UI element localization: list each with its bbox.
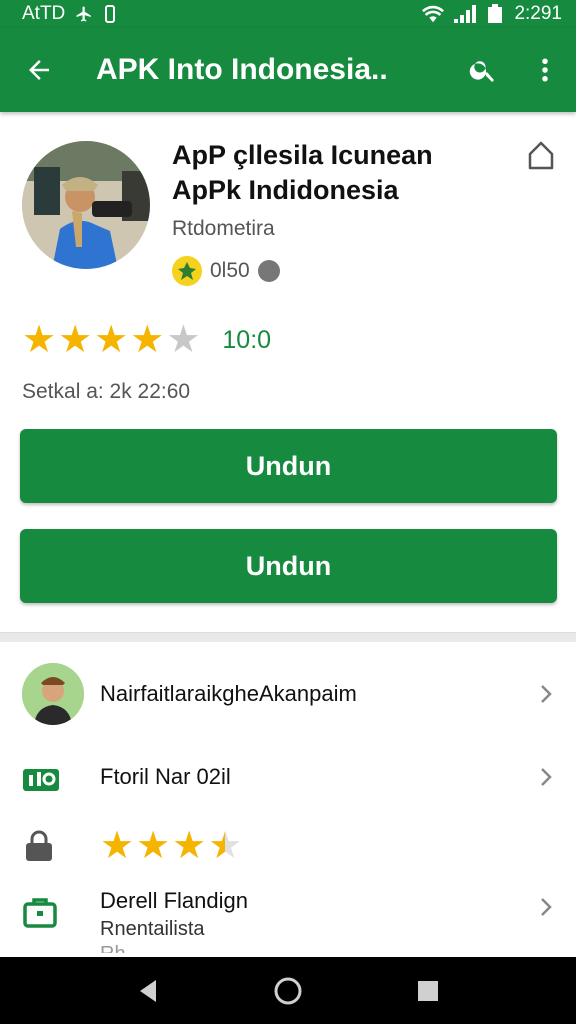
list-item-label: Ftoril Nar 02il (100, 764, 231, 789)
chevron-right-icon (541, 685, 552, 703)
lock-icon (26, 830, 52, 861)
chart-icon (23, 769, 59, 791)
search-icon (469, 61, 494, 82)
badge-row: 0l50 (172, 256, 280, 286)
list-rating-stars: ★ ★ ★ ★ (100, 826, 242, 866)
battery-icon (488, 4, 503, 23)
search-button[interactable] (452, 28, 514, 112)
globe-icon (257, 260, 280, 282)
status-bar: AtTD 2:291 (0, 0, 576, 28)
star-empty-icon: ★ (166, 319, 201, 361)
star-icon: ★ (22, 319, 57, 361)
star-icon: ★ (136, 825, 171, 867)
nav-home-icon[interactable] (273, 976, 303, 1006)
list-lead (0, 888, 100, 928)
status-left: AtTD (22, 3, 117, 25)
app-bar: APK Into Indonesia.. (0, 28, 576, 112)
list-lead (0, 763, 100, 791)
list-item-subtitle: Rnentailista (100, 918, 205, 940)
nav-back-icon[interactable] (136, 978, 160, 1004)
list-item-label: NairfaitlaraikgheAkanpaim (100, 681, 357, 706)
app-name: ApP çllesila Icunean ApPk Indidonesia (172, 138, 502, 208)
section-divider (0, 632, 576, 642)
download-button[interactable]: Undun (20, 429, 557, 503)
nav-recents-icon[interactable] (416, 979, 440, 1003)
list-item-details[interactable]: Derell Flandign Rnentailista Rh... (0, 888, 576, 953)
airplane-icon (76, 6, 92, 22)
signal-icon (454, 5, 477, 23)
status-right: 2:291 (422, 3, 562, 25)
page-title: APK Into Indonesia.. (96, 53, 388, 86)
list-lead (0, 829, 100, 863)
more-vert-icon (542, 58, 548, 82)
app-name-line2: ApPk Indidonesia (172, 175, 399, 205)
list-item-developer[interactable]: NairfaitlaraikgheAkanpaim (0, 662, 576, 726)
list-item-info[interactable]: Ftoril Nar 02il (0, 752, 576, 802)
award-icon (172, 256, 202, 286)
bookmark-icon[interactable] (526, 140, 556, 172)
chevron-container (516, 766, 576, 788)
chevron-right-icon (541, 898, 552, 916)
briefcase-icon (23, 898, 57, 928)
rating-value: 10:0 (222, 325, 272, 354)
avatar (22, 663, 84, 725)
rating-row: ★ ★ ★ ★ ★ 10:0 (22, 320, 271, 360)
star-icon: ★ (100, 825, 135, 867)
wifi-icon (422, 5, 445, 23)
star-half-icon: ★ (208, 825, 243, 867)
app-icon-image (22, 141, 150, 269)
star-icon: ★ (94, 319, 129, 361)
chevron-container (516, 683, 576, 705)
list-item-title: Derell Flandign (100, 888, 248, 913)
download-button-secondary[interactable]: Undun (20, 529, 557, 603)
star-icon: ★ (130, 319, 165, 361)
chevron-right-icon (541, 768, 552, 786)
arrow-back-icon (29, 60, 49, 80)
rating-stars: ★ ★ ★ ★ ★ (22, 320, 200, 360)
list-item-subtitle-2: Rh... (100, 943, 516, 953)
chevron-container (516, 888, 576, 918)
star-icon: ★ (58, 319, 93, 361)
developer-name[interactable]: Rtdometira (172, 217, 275, 241)
clock: 2:291 (514, 3, 562, 24)
list-item-rating[interactable]: ★ ★ ★ ★ (0, 822, 576, 870)
back-button[interactable] (0, 28, 78, 112)
list-item-text: Derell Flandign Rnentailista Rh... (100, 888, 516, 953)
meta-info: Setkal a: 2k 22:60 (22, 380, 191, 403)
more-options-button[interactable] (514, 28, 576, 112)
list-lead (0, 663, 100, 725)
app-name-line1: ApP çllesila Icunean (172, 140, 433, 170)
carrier-label: AtTD (22, 3, 66, 24)
badge-text: 0l50 (210, 259, 250, 282)
vibrate-icon (105, 5, 116, 23)
system-nav-bar (0, 957, 576, 1024)
star-icon: ★ (172, 825, 207, 867)
